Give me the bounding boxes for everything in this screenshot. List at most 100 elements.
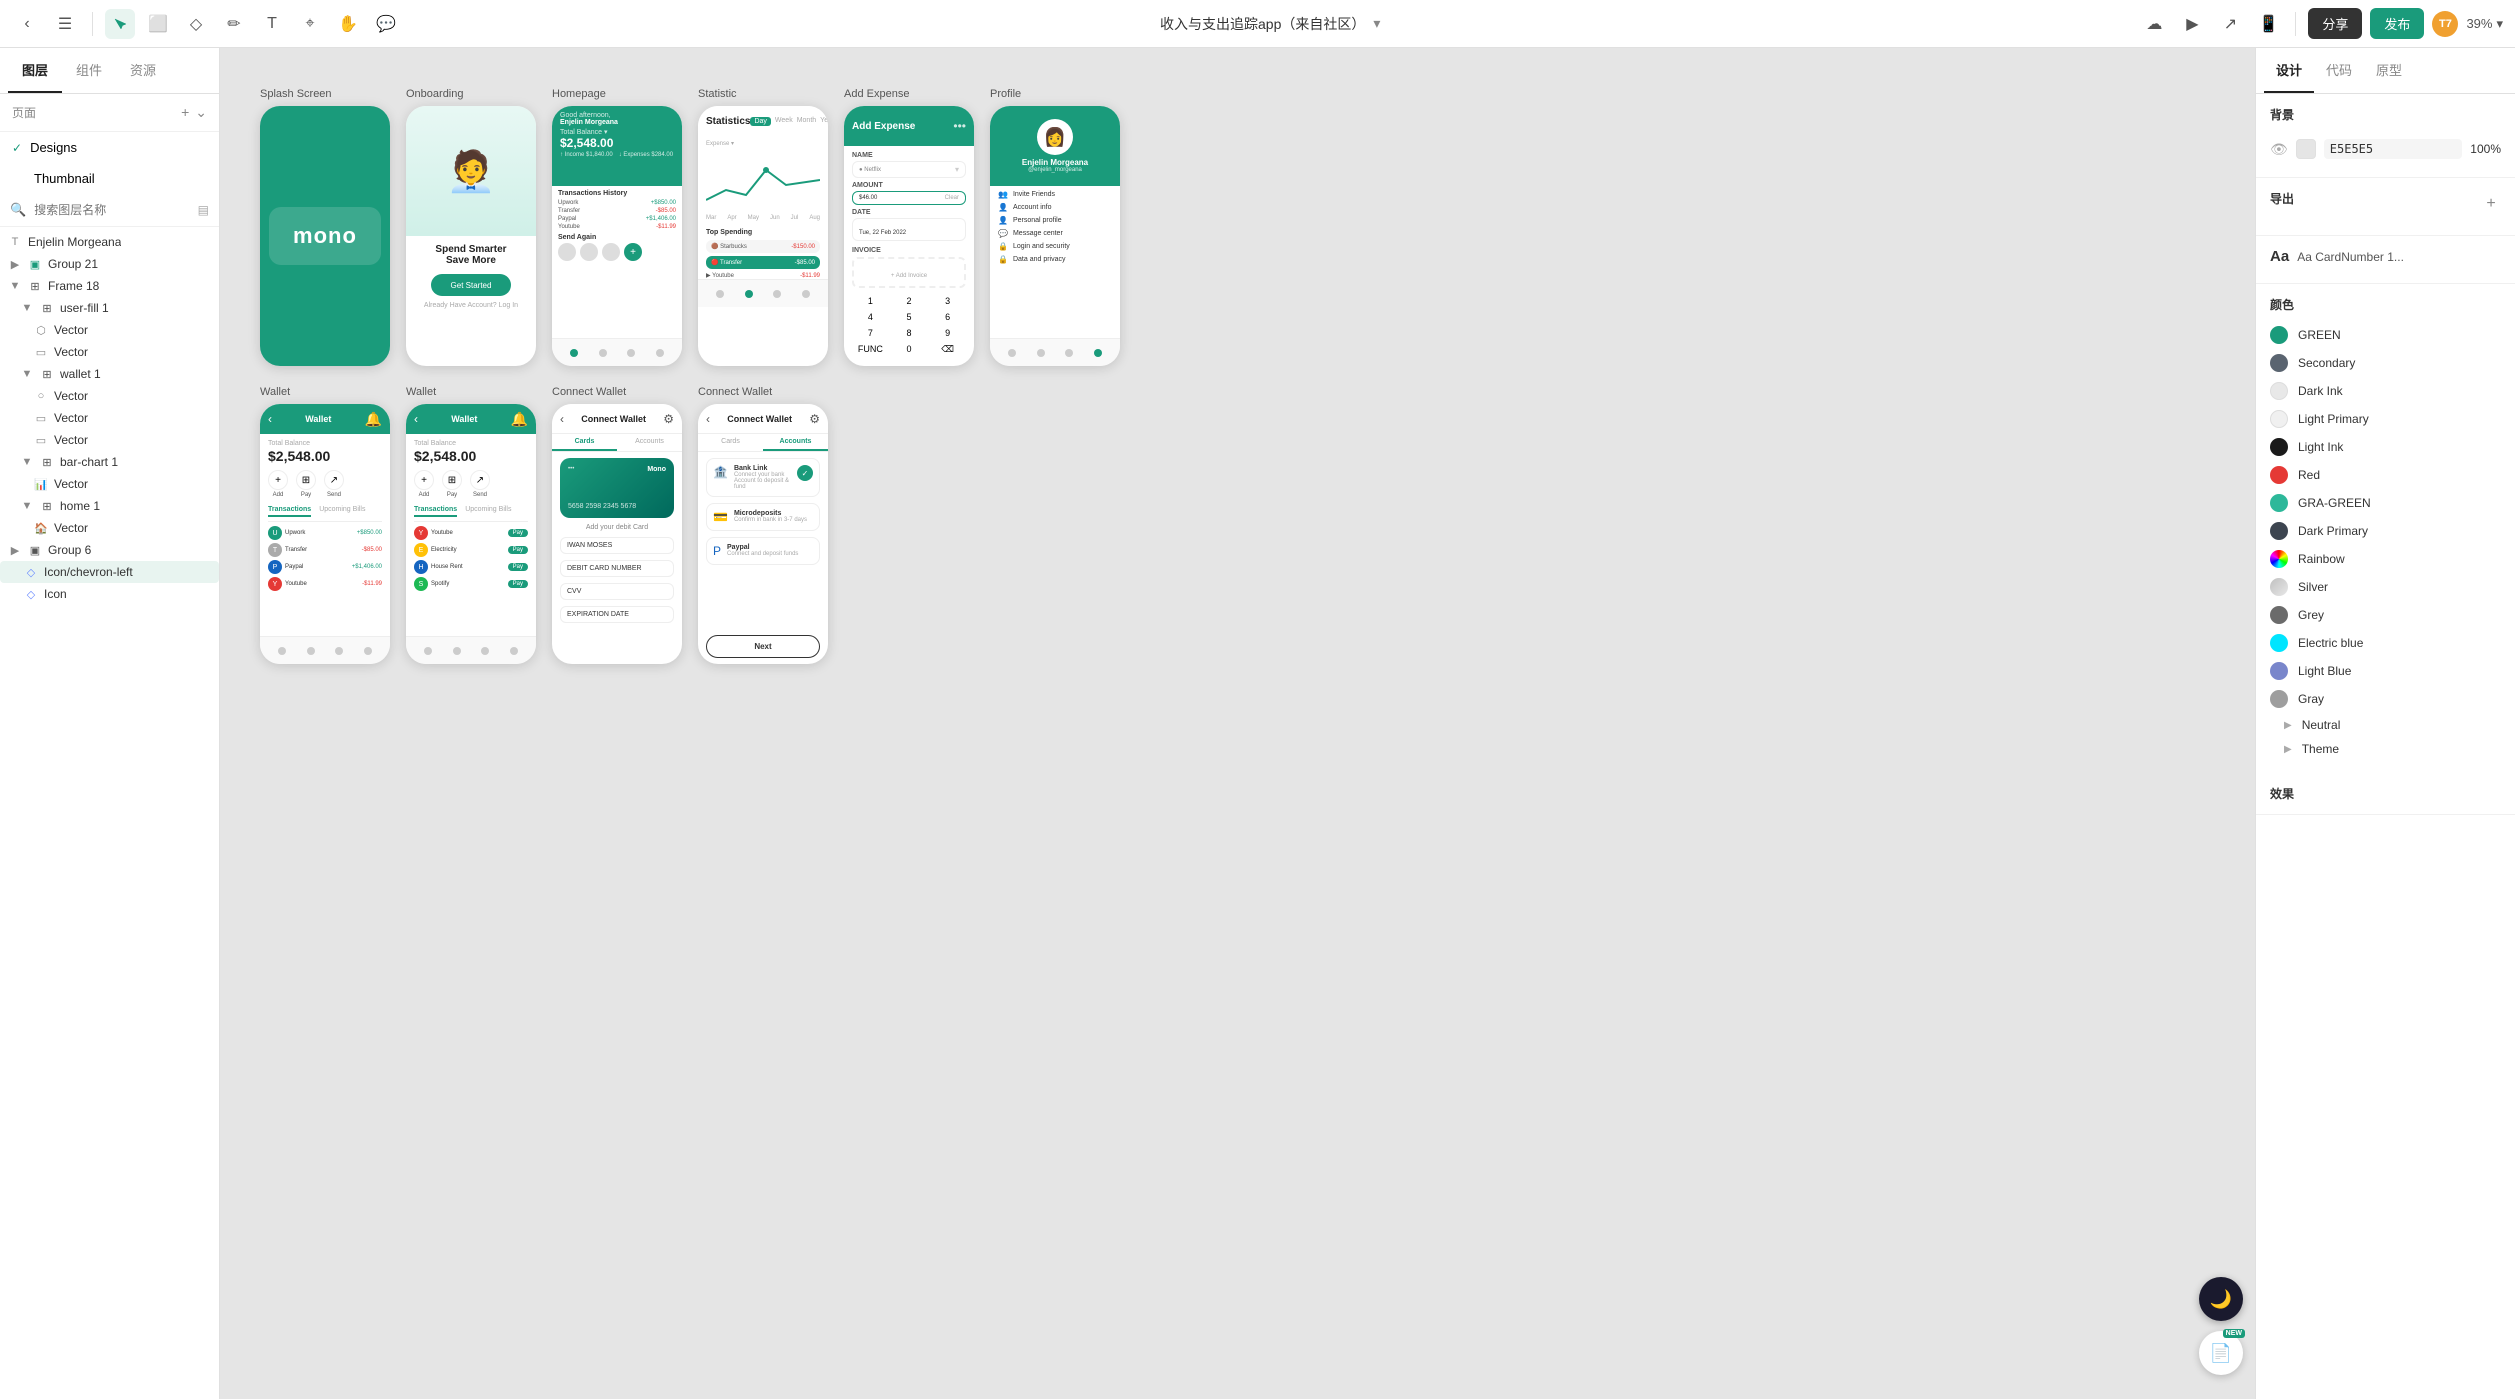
tab-prototype[interactable]: 原型 (2364, 48, 2414, 93)
color-name-theme: Theme (2302, 742, 2487, 756)
layer-vector-4[interactable]: ▭ Vector (0, 407, 219, 429)
menu-icon[interactable]: ☰ (50, 9, 80, 39)
color-swatch-gra-green[interactable] (2270, 494, 2288, 512)
search-input[interactable] (34, 203, 189, 217)
layer-barchart[interactable]: ▼ ⊞ bar-chart 1 (0, 451, 219, 473)
node-tool-icon[interactable]: ⌖ (295, 9, 325, 39)
layer-vector-1[interactable]: ⬡ Vector (0, 319, 219, 341)
color-swatch-green[interactable] (2270, 326, 2288, 344)
canvas-area[interactable]: Splash Screen mono Onboarding 🧑‍💼 Spend … (220, 48, 2255, 1399)
dropdown-icon[interactable]: ▾ (1373, 15, 1380, 32)
color-expand-theme[interactable]: ▶ Theme (2270, 737, 2501, 761)
color-swatch-dark-ink[interactable] (2270, 382, 2288, 400)
layer-icon-chevron[interactable]: ◇ Icon/chevron-left (0, 561, 219, 583)
layer-group6[interactable]: ▶ ▣ Group 6 (0, 539, 219, 561)
screen-label-wallet1: Wallet (260, 386, 390, 398)
color-swatch-electric-blue[interactable] (2270, 634, 2288, 652)
layer-enjelin[interactable]: T Enjelin Morgeana (0, 231, 219, 253)
pages-controls: + ⌄ (181, 104, 207, 121)
expand-frame18-icon: ▼ (8, 279, 22, 293)
color-row-gra-green: GRA-GREEN (2270, 489, 2501, 517)
bg-hex-value[interactable]: E5E5E5 (2324, 139, 2463, 159)
layer-vector-5[interactable]: ▭ Vector (0, 429, 219, 451)
layer-home1[interactable]: ▼ ⊞ home 1 (0, 495, 219, 517)
nav-bar-wallet1 (260, 636, 390, 664)
layer-frame18[interactable]: ▼ ⊞ Frame 18 (0, 275, 219, 297)
color-swatch-gray[interactable] (2270, 690, 2288, 708)
color-swatch-silver[interactable] (2270, 578, 2288, 596)
tab-design[interactable]: 设计 (2264, 48, 2314, 93)
hand-tool-icon[interactable]: ✋ (333, 9, 363, 39)
screen-frame-connect-wallet1[interactable]: ‹ Connect Wallet ⚙ Cards Accounts •••Mon… (552, 404, 682, 664)
play-icon[interactable]: ▶ (2177, 9, 2207, 39)
tab-resources[interactable]: 资源 (116, 48, 170, 93)
color-name-gra-green: GRA-GREEN (2298, 496, 2501, 510)
color-swatch-dark-primary[interactable] (2270, 522, 2288, 540)
color-swatch-grey[interactable] (2270, 606, 2288, 624)
text-tool-icon[interactable]: T (257, 9, 287, 39)
back-icon[interactable]: ‹ (12, 9, 42, 39)
share-preview-icon[interactable]: ↗ (2215, 9, 2245, 39)
page-item-designs[interactable]: ✓ Designs (0, 132, 219, 163)
screen-frame-homepage[interactable]: Good afternoon, Enjelin Morgeana Total B… (552, 106, 682, 366)
screen-frame-onboarding[interactable]: 🧑‍💼 Spend SmarterSave More Get Started A… (406, 106, 536, 366)
layer-group21[interactable]: ▶ ▣ Group 21 (0, 253, 219, 275)
publish-button[interactable]: 发布 (2370, 8, 2424, 39)
pen-tool-icon[interactable]: ✏ (219, 9, 249, 39)
filter-icon[interactable]: ▤ (198, 203, 209, 217)
layer-userfill[interactable]: ▼ ⊞ user-fill 1 (0, 297, 219, 319)
screen-frame-profile[interactable]: 👩 Enjelin Morgeana @enjelin_morgeana 👥In… (990, 106, 1120, 366)
frame-tool-icon[interactable]: ⬜ (143, 9, 173, 39)
tab-code[interactable]: 代码 (2314, 48, 2364, 93)
layer-icon[interactable]: ◇ Icon (0, 583, 219, 605)
screen-frame-wallet1[interactable]: ‹ Wallet 🔔 Total Balance $2,548.00 +Add … (260, 404, 390, 664)
comment-tool-icon[interactable]: 💬 (371, 9, 401, 39)
cloud-icon[interactable]: ☁ (2139, 9, 2169, 39)
text-section-row: Aa Aa CardNumber 1... (2270, 248, 2501, 265)
screen-label-connect-wallet1: Connect Wallet (552, 386, 682, 398)
select-tool-icon[interactable] (105, 9, 135, 39)
nav-bar-wallet2 (406, 636, 536, 664)
expand-icon-icon (8, 587, 18, 601)
screen-label-wallet2: Wallet (406, 386, 536, 398)
screen-frame-statistic[interactable]: Statistics Day Week Month Year Expense ▾ (698, 106, 828, 366)
dark-mode-button[interactable]: 🌙 (2199, 1277, 2243, 1321)
expand-pages-icon[interactable]: ⌄ (195, 104, 207, 121)
toolbar-divider-1 (92, 12, 93, 36)
bg-color-preview[interactable] (2296, 139, 2316, 159)
avatar: T7 (2432, 11, 2458, 37)
left-panel-tabs: 图层 组件 资源 (0, 48, 219, 94)
color-expand-neutral[interactable]: ▶ Neutral (2270, 713, 2501, 737)
screen-frame-wallet2[interactable]: ‹ Wallet 🔔 Total Balance $2,548.00 +Add … (406, 404, 536, 664)
layer-vector-6[interactable]: 📊 Vector (0, 473, 219, 495)
layer-vector-7[interactable]: 🏠 Vector (0, 517, 219, 539)
shape-tool-icon[interactable]: ◇ (181, 9, 211, 39)
add-export-icon[interactable]: + (2481, 194, 2501, 214)
color-swatch-light-blue[interactable] (2270, 662, 2288, 680)
share-button[interactable]: 分享 (2308, 8, 2362, 39)
bg-visibility-icon[interactable]: 👁 (2270, 141, 2288, 158)
tab-components[interactable]: 组件 (62, 48, 116, 93)
color-swatch-light-primary[interactable] (2270, 410, 2288, 428)
screen-statistic: Statistic Statistics Day Week Month Year (698, 88, 828, 366)
search-icon: 🔍 (10, 202, 26, 218)
color-swatch-red[interactable] (2270, 466, 2288, 484)
tab-layers[interactable]: 图层 (8, 48, 62, 93)
page-label-thumbnail: Thumbnail (34, 171, 95, 186)
layer-vector-2[interactable]: ▭ Vector (0, 341, 219, 363)
document-button[interactable]: 📄 NEW (2199, 1331, 2243, 1375)
zoom-level[interactable]: 39% ▾ (2466, 16, 2503, 32)
color-swatch-rainbow[interactable] (2270, 550, 2288, 568)
layer-vector-3[interactable]: ○ Vector (0, 385, 219, 407)
page-item-thumbnail[interactable]: Thumbnail (0, 163, 219, 194)
left-panel: 图层 组件 资源 页面 + ⌄ ✓ Designs Thumbnail 🔍 ▤ (0, 48, 220, 1399)
screen-frame-add-expense[interactable]: Add Expense ••• NAME ● Netflix ▾ AMOUNT (844, 106, 974, 366)
color-swatch-secondary[interactable] (2270, 354, 2288, 372)
color-swatch-light-ink[interactable] (2270, 438, 2288, 456)
device-icon[interactable]: 📱 (2253, 9, 2283, 39)
color-row-light-ink: Light Ink (2270, 433, 2501, 461)
layer-wallet1[interactable]: ▼ ⊞ wallet 1 (0, 363, 219, 385)
screen-frame-connect-wallet2[interactable]: ‹ Connect Wallet ⚙ Cards Accounts 🏦 (698, 404, 828, 664)
add-page-icon[interactable]: + (181, 104, 189, 121)
screen-frame-splash[interactable]: mono (260, 106, 390, 366)
